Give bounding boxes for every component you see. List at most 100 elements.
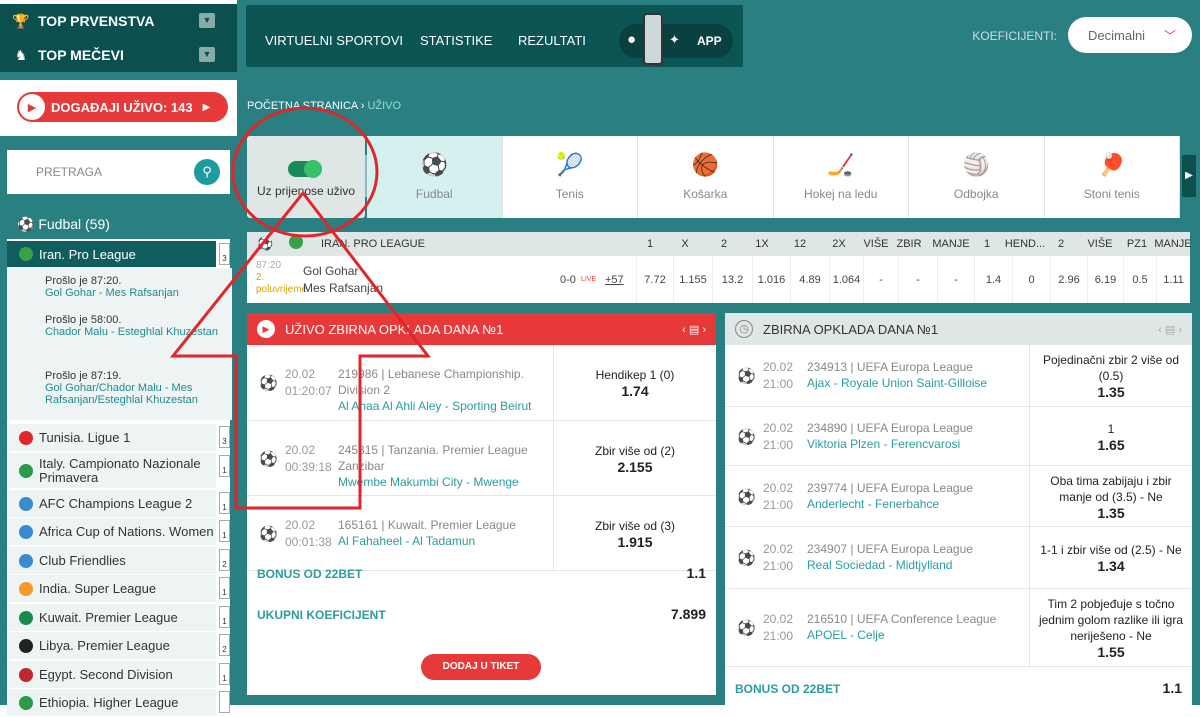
bet-selection[interactable]: Zbir više od (2) 2.155: [553, 421, 716, 496]
sidebar-league-item[interactable]: Kuwait. Premier League 1: [7, 604, 230, 632]
pagination-icons[interactable]: ‹ ▤ ›: [1158, 323, 1182, 336]
search-box[interactable]: PRETRAGA ⚲: [7, 152, 230, 192]
odds-cell[interactable]: -: [863, 256, 898, 303]
away-team[interactable]: Al Tadamun: [412, 534, 475, 548]
event-match[interactable]: Gol Gohar - Mes Rafsanjan: [45, 287, 232, 299]
away-team[interactable]: Sporting Beirut: [452, 399, 531, 413]
away-team[interactable]: Ferencvarosi: [891, 437, 960, 451]
sidebar-league-item[interactable]: India. Super League 1: [7, 575, 230, 603]
accumulator-row[interactable]: ⚽ 20.02 21:00 239774 | UEFA Europa Leagu…: [725, 466, 1192, 527]
event-teams[interactable]: Mwembe Makumbi City - Mwenge: [338, 474, 549, 490]
sidebar-league-item[interactable]: Italy. Campionato Nazionale Primavera 1: [7, 453, 230, 489]
odds-cell[interactable]: 7.72: [636, 256, 673, 303]
accumulator-row[interactable]: ⚽ 20.02 21:00 216510 | UEFA Conference L…: [725, 589, 1192, 667]
bet-selection[interactable]: 1-1 i zbir više od (2.5) - Ne 1.34: [1029, 527, 1192, 589]
sidebar-league-item[interactable]: Egypt. Second Division 1: [7, 661, 230, 689]
accumulator-row[interactable]: ⚽ 20.02 00:39:18 245815 | Tanzania. Prem…: [247, 421, 716, 496]
event-teams[interactable]: Ajax - Royale Union Saint-Gilloise: [807, 375, 1025, 391]
event-teams[interactable]: Anderlecht - Fenerbahce: [807, 496, 1025, 512]
tab-basketball[interactable]: 🏀 Košarka: [638, 136, 774, 218]
event-item[interactable]: Prošlo je 87:19. Gol Gohar/Chador Malu -…: [7, 364, 232, 420]
live-events-button[interactable]: ▶ DOGAĐAJI UŽIVO: 143 ▶: [17, 92, 228, 122]
tab-football[interactable]: ⚽ Fudbal: [367, 136, 503, 218]
away-team[interactable]: Midtjylland: [896, 558, 953, 572]
accumulator-row[interactable]: ⚽ 20.02 00:01:38 165161 | Kuwait. Premie…: [247, 496, 716, 571]
pagination-icons[interactable]: ‹ ▤ ›: [682, 323, 706, 336]
sports-scroll-right[interactable]: ▶: [1182, 155, 1196, 197]
away-team[interactable]: Royale Union Saint-Gilloise: [841, 376, 987, 390]
sidebar-league-item[interactable]: Libya. Premier League 2: [7, 632, 230, 660]
accumulator-row[interactable]: ⚽ 20.02 21:00 234907 | UEFA Europa Leagu…: [725, 527, 1192, 589]
sidebar-league-item[interactable]: Africa Cup of Nations. Women 1: [7, 518, 230, 546]
tab-table-tennis[interactable]: 🏓 Stoni tenis: [1045, 136, 1180, 218]
home-team[interactable]: APOEL: [807, 628, 847, 642]
event-item[interactable]: Prošlo je 58:00. Chador Malu - Esteghlal…: [7, 309, 232, 364]
odds-format-select[interactable]: Decimalni ﹀: [1068, 17, 1192, 53]
event-teams[interactable]: APOEL - Celje: [807, 627, 1025, 643]
bet-selection[interactable]: Oba tima zabijaju i zbir manje od (3.5) …: [1029, 466, 1192, 527]
accumulator-row[interactable]: ⚽ 20.02 21:00 234913 | UEFA Europa Leagu…: [725, 345, 1192, 407]
odds-cell[interactable]: 4.89: [790, 256, 829, 303]
home-team[interactable]: Al Ahaa Al Ahli Aley: [338, 399, 441, 413]
odds-cell[interactable]: -: [937, 256, 974, 303]
more-markets-link[interactable]: +57: [605, 274, 624, 286]
home-team[interactable]: Anderlecht: [807, 497, 864, 511]
top-matches[interactable]: ♞ TOP MEČEVI ▼: [0, 38, 237, 72]
search-icon[interactable]: ⚲: [194, 159, 220, 185]
nav-results[interactable]: REZULTATI: [518, 33, 586, 48]
top-championships[interactable]: 🏆 TOP PRVENSTVA ▼: [0, 4, 237, 38]
home-team[interactable]: Al Fahaheel: [338, 534, 402, 548]
event-teams[interactable]: Viktoria Plzen - Ferencvarosi: [807, 436, 1025, 452]
match-row[interactable]: 87:20 2. poluvrijeme Gol Gohar Mes Rafsa…: [247, 256, 1190, 303]
nav-virtual-sports[interactable]: VIRTUELNI SPORTOVI: [265, 33, 403, 48]
odds-cell[interactable]: 1.016: [752, 256, 790, 303]
sidebar-league-item[interactable]: AFC Champions League 2 1: [7, 490, 230, 518]
odds-cell[interactable]: 0.5: [1123, 256, 1156, 303]
home-team[interactable]: Real Sociedad: [807, 558, 885, 572]
league-iran[interactable]: Iran. Pro League 3: [7, 241, 230, 267]
odds-cell[interactable]: 6.19: [1087, 256, 1123, 303]
odds-cell[interactable]: 0: [1012, 256, 1050, 303]
live-stream-filter[interactable]: Uz prijenose uživo: [247, 136, 365, 218]
bet-selection[interactable]: 1 1.65: [1029, 407, 1192, 466]
nav-statistics[interactable]: STATISTIKE: [420, 33, 492, 48]
bet-selection[interactable]: Tim 2 pobjeđuje s točno jednim golom raz…: [1029, 589, 1192, 667]
app-download[interactable]: ● ✦ APP: [619, 13, 733, 65]
event-item[interactable]: Prošlo je 87:20. Gol Gohar - Mes Rafsanj…: [7, 268, 232, 313]
event-teams[interactable]: Al Fahaheel - Al Tadamun: [338, 533, 549, 549]
league-title[interactable]: IRAN. PRO LEAGUE: [321, 238, 425, 250]
event-teams[interactable]: Real Sociedad - Midtjylland: [807, 557, 1025, 573]
live-stream-toggle[interactable]: [288, 160, 322, 178]
bet-selection[interactable]: Pojedinačni zbir 2 više od (0.5) 1.35: [1029, 345, 1192, 407]
add-to-ticket-button[interactable]: DODAJ U TIKET: [421, 654, 541, 680]
away-team[interactable]: Fenerbahce: [875, 497, 939, 511]
home-team[interactable]: Viktoria Plzen: [807, 437, 880, 451]
event-match[interactable]: Gol Gohar/Chador Malu - Mes Rafsanjan/Es…: [45, 382, 232, 406]
away-team[interactable]: Celje: [857, 628, 884, 642]
odds-cell[interactable]: 2.96: [1050, 256, 1087, 303]
tab-ice-hockey[interactable]: 🏒 Hokej na ledu: [774, 136, 909, 218]
event-match[interactable]: Chador Malu - Esteghlal Khuzestan: [45, 326, 232, 338]
sidebar-league-item[interactable]: Club Friendlies 2: [7, 547, 230, 575]
sport-header-football[interactable]: ⚽ Fudbal (59): [7, 208, 230, 239]
chevron-down-icon[interactable]: ▼: [199, 13, 215, 28]
sidebar-league-item[interactable]: Ethiopia. Higher League: [7, 689, 230, 717]
odds-cell[interactable]: 1.4: [974, 256, 1012, 303]
away-team[interactable]: Mes Rafsanjan: [303, 281, 383, 295]
bet-selection[interactable]: Hendikep 1 (0) 1.74: [553, 345, 716, 421]
chevron-down-icon[interactable]: ▼: [199, 47, 215, 62]
bet-selection[interactable]: Zbir više od (3) 1.915: [553, 496, 716, 571]
event-teams[interactable]: Al Ahaa Al Ahli Aley - Sporting Beirut: [338, 398, 549, 414]
breadcrumb-home[interactable]: POČETNA STRANICA: [247, 100, 358, 112]
away-team[interactable]: Mwenge: [473, 475, 518, 489]
odds-cell[interactable]: 1.064: [829, 256, 863, 303]
odds-cell[interactable]: 1.155: [673, 256, 712, 303]
sidebar-league-item[interactable]: Tunisia. Ligue 1 3: [7, 424, 230, 452]
home-team[interactable]: Mwembe Makumbi City: [338, 475, 463, 489]
odds-cell[interactable]: 1.11: [1156, 256, 1190, 303]
home-team[interactable]: Gol Gohar: [303, 264, 358, 278]
tab-tennis[interactable]: 🎾 Tenis: [503, 136, 638, 218]
accumulator-row[interactable]: ⚽ 20.02 21:00 234890 | UEFA Europa Leagu…: [725, 407, 1192, 466]
tab-volleyball[interactable]: 🏐 Odbojka: [909, 136, 1045, 218]
home-team[interactable]: Ajax: [807, 376, 830, 390]
